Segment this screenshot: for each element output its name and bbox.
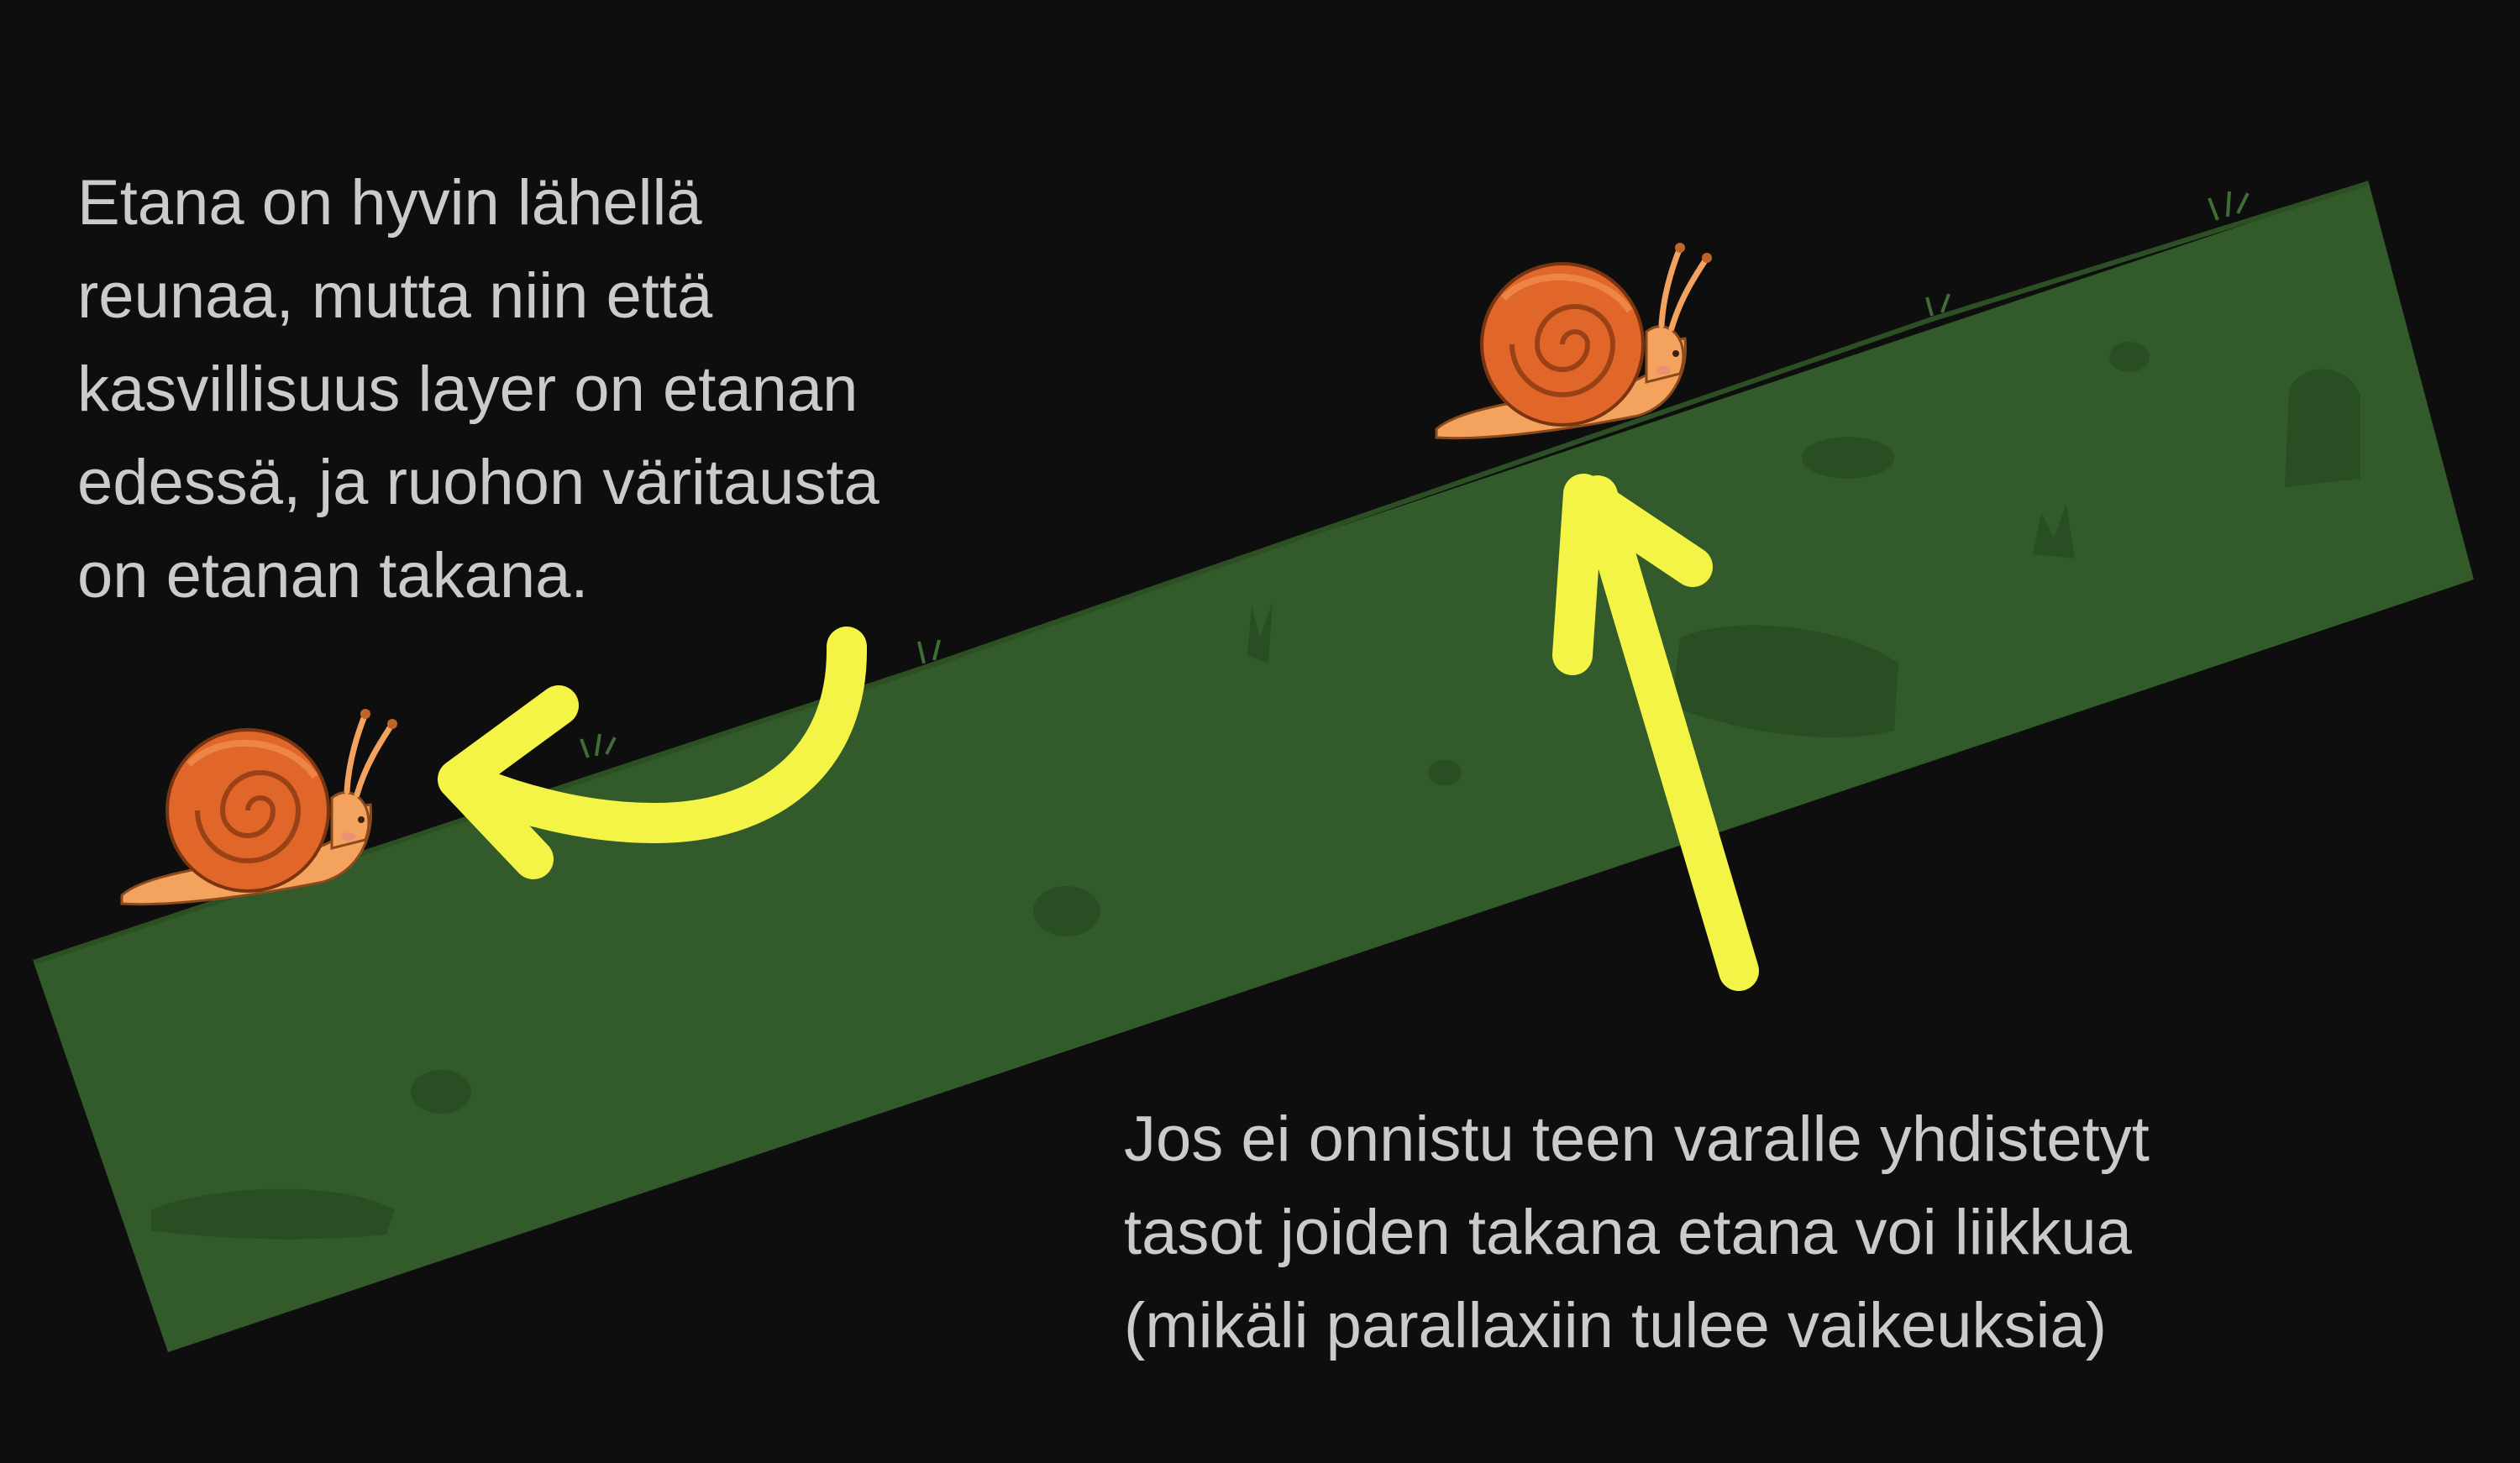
annotation-line: Jos ei onnistu teen varalle yhdistetyt — [1124, 1104, 2150, 1175]
annotation-line: on etanan takana. — [77, 540, 589, 611]
annotation-line: tasot joiden takana etana voi liikkua — [1124, 1197, 2132, 1268]
annotation-text-right: Jos ei onnistu teen varalle yhdistetyt t… — [1124, 1093, 2150, 1372]
annotation-line: edessä, ja ruohon väritausta — [77, 447, 879, 518]
annotation-line: (mikäli parallaxiin tulee vaikeuksia) — [1124, 1290, 2108, 1361]
annotation-line: kasvillisuus layer on etanan — [77, 354, 858, 425]
annotation-line: Etana on hyvin lähellä — [77, 167, 702, 239]
annotation-line: reunaa, mutta niin että — [77, 260, 713, 332]
annotation-text-left: Etana on hyvin lähellä reunaa, mutta nii… — [77, 156, 879, 622]
